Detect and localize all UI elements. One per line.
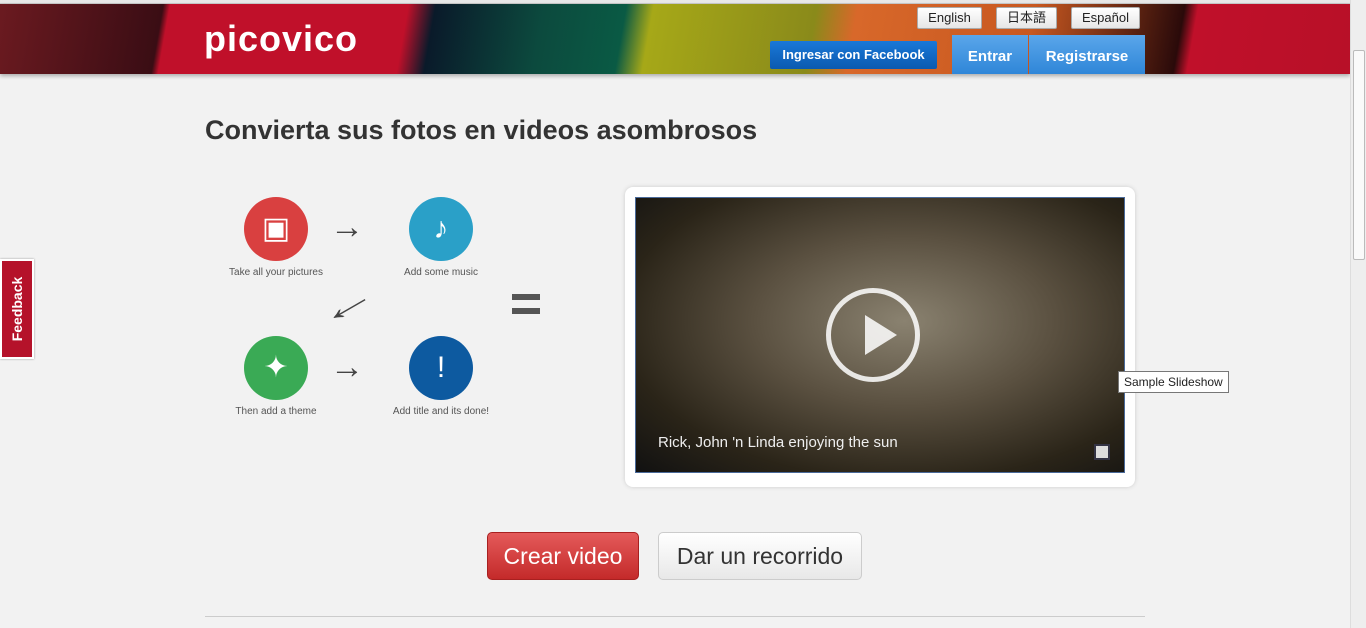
music-note-icon: ♪: [409, 197, 473, 261]
save-icon[interactable]: [1094, 444, 1110, 460]
site-header: picovico English 日本語 Español Ingresar co…: [0, 4, 1350, 74]
feedback-tab[interactable]: Feedback: [0, 259, 34, 359]
equals-icon: [512, 294, 540, 322]
step-music: ♪ Add some music: [376, 197, 506, 278]
login-button[interactable]: Entrar: [952, 35, 1028, 74]
sparkles-icon: ✦: [244, 336, 308, 400]
scrollbar[interactable]: [1350, 0, 1366, 628]
video-tooltip: Sample Slideshow: [1118, 371, 1229, 393]
arrow-right-icon: →: [330, 208, 364, 246]
arrow-down-left-icon: ←: [310, 272, 383, 336]
page-title: Convierta sus fotos en videos asombrosos: [205, 115, 758, 145]
facebook-login-button[interactable]: Ingresar con Facebook: [770, 41, 937, 69]
lang-japanese[interactable]: 日本語: [996, 7, 1057, 29]
video-player: Rick, John 'n Linda enjoying the sun: [625, 187, 1135, 487]
picovico-logo[interactable]: picovico: [204, 18, 358, 60]
step-title: ! Add title and its done!: [376, 336, 506, 417]
sample-video[interactable]: Rick, John 'n Linda enjoying the sun: [635, 197, 1125, 473]
scrollbar-thumb[interactable]: [1353, 50, 1365, 260]
step-theme: ✦ Then add a theme: [211, 336, 341, 417]
create-video-button[interactable]: Crear video: [487, 532, 639, 580]
arrow-right-icon: →: [330, 348, 364, 386]
register-button[interactable]: Registrarse: [1029, 35, 1145, 74]
video-caption: Rick, John 'n Linda enjoying the sun: [658, 434, 898, 451]
divider: [205, 616, 1145, 617]
photos-icon: ▣: [244, 197, 308, 261]
chat-alert-icon: !: [409, 336, 473, 400]
take-tour-button[interactable]: Dar un recorrido: [658, 532, 862, 580]
lang-spanish[interactable]: Español: [1071, 7, 1140, 29]
play-icon[interactable]: [826, 288, 920, 382]
step-pictures: ▣ Take all your pictures: [211, 197, 341, 278]
lang-english[interactable]: English: [917, 7, 982, 29]
